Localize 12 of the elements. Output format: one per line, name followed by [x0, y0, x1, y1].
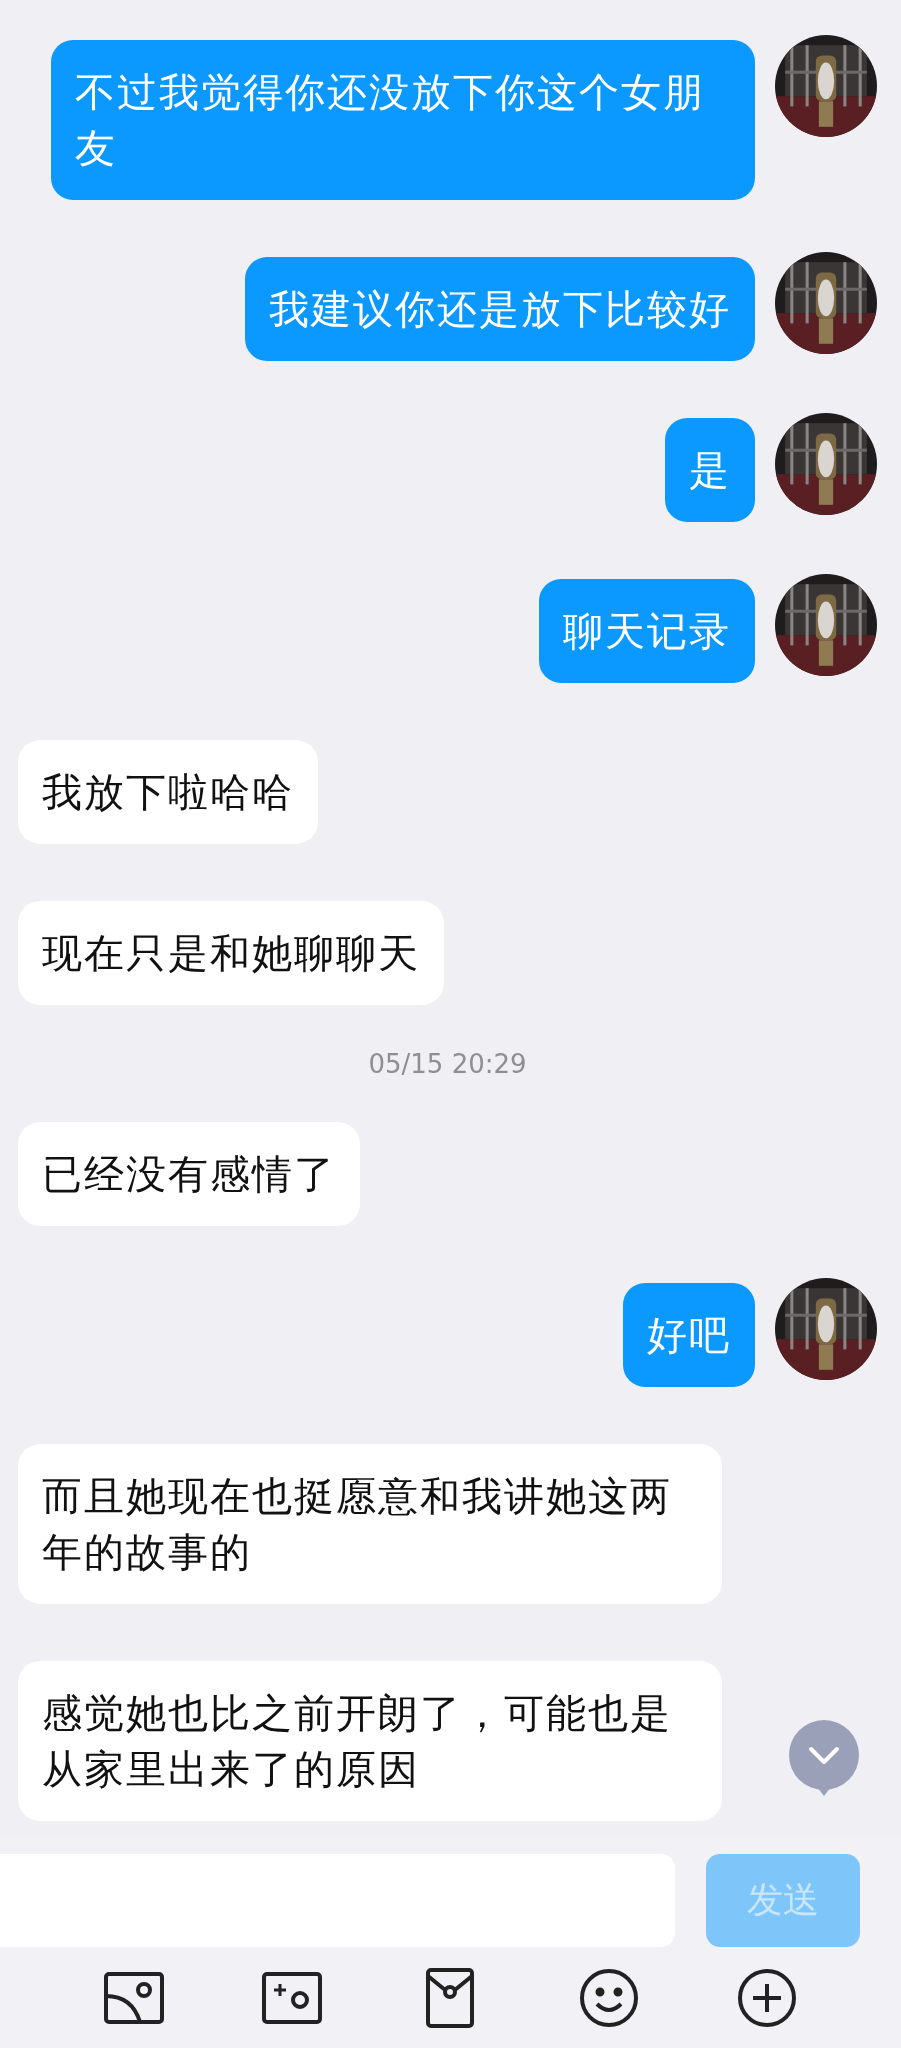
message-bubble: 不过我觉得你还没放下你这个女朋友 [51, 40, 755, 200]
message-bubble: 我放下啦哈哈 [18, 740, 318, 844]
message-bubble: 聊天记录 [539, 579, 755, 683]
scroll-down-icon[interactable] [789, 1720, 859, 1796]
message-bubble: 感觉她也比之前开朗了，可能也是从家里出来了的原因 [18, 1661, 722, 1821]
message-bubble: 好吧 [623, 1283, 755, 1387]
message-bubble: 已经没有感情了 [18, 1122, 360, 1226]
message-bubble: 现在只是和她聊聊天 [18, 901, 444, 1005]
message-bubble: 是 [665, 418, 755, 522]
timestamp: 05/15 20:29 [368, 1049, 527, 1079]
message-bubble: 而且她现在也挺愿意和我讲她这两年的故事的 [18, 1444, 722, 1604]
message-bubble: 我建议你还是放下比较好 [245, 257, 755, 361]
